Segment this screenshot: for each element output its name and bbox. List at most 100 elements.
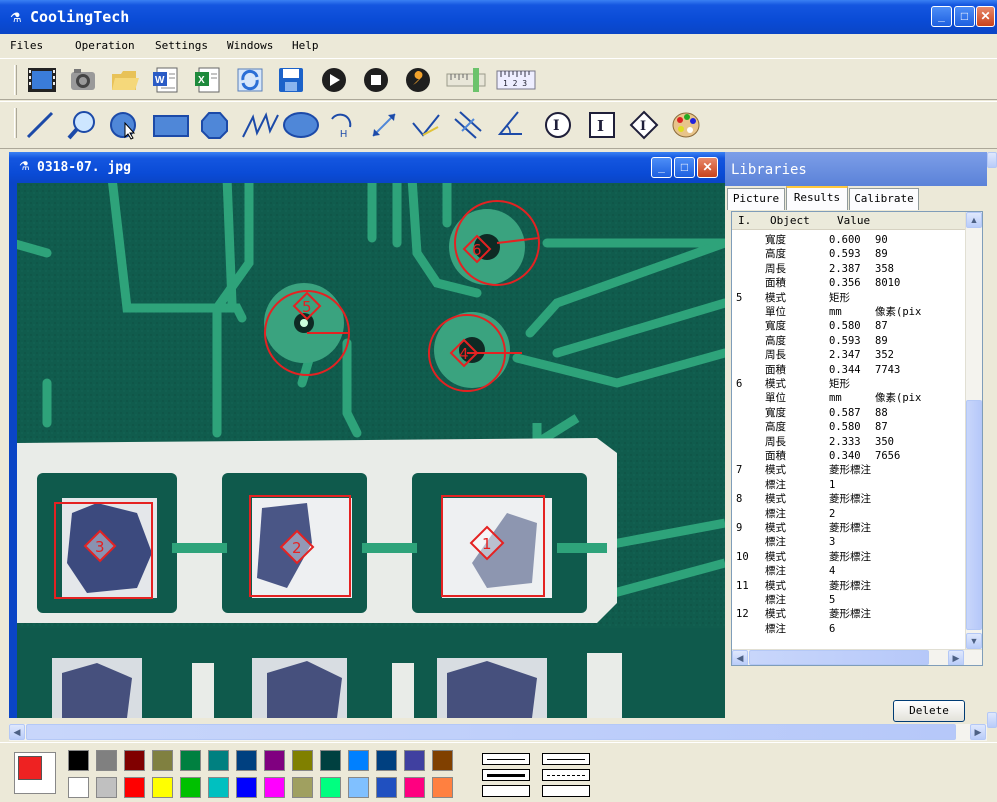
result-row[interactable]: 9 模式 菱形標注 — [732, 522, 968, 534]
result-row[interactable]: 高度 0.593 89 — [732, 335, 968, 347]
color-swatch[interactable] — [208, 777, 229, 798]
scroll-right-arrow[interactable]: ▶ — [948, 650, 964, 665]
result-row[interactable]: 面積 0.356 8010 — [732, 277, 968, 289]
result-row[interactable]: 12 模式 菱形標注 — [732, 608, 968, 620]
settings-wrench-icon[interactable] — [402, 64, 434, 96]
menu-operation[interactable]: Operation — [75, 39, 135, 52]
text-mark-icon[interactable]: I — [586, 109, 618, 141]
rectangle-tool-icon[interactable] — [150, 109, 192, 141]
main-vertical-scrollbar[interactable] — [987, 152, 997, 730]
color-swatch[interactable] — [152, 750, 173, 771]
col-object[interactable]: Object — [770, 214, 810, 227]
results-horizontal-scrollbar[interactable]: ◀ ▶ — [732, 649, 982, 665]
result-row[interactable]: 單位 mm 像素(pix — [732, 306, 968, 318]
polygon-tool-icon[interactable] — [198, 109, 230, 141]
current-color[interactable] — [14, 752, 56, 794]
color-swatch[interactable] — [68, 777, 89, 798]
color-swatch[interactable] — [124, 777, 145, 798]
line-tool-icon[interactable] — [24, 109, 56, 141]
excel-export-icon[interactable]: X — [192, 64, 224, 96]
color-swatch[interactable] — [404, 750, 425, 771]
results-list[interactable]: I. Object Value 寬度 0.600 90 高度 0.593 89 周長 2.38… — [731, 211, 983, 666]
delete-button[interactable]: Delete — [893, 700, 965, 722]
color-swatch[interactable] — [376, 777, 397, 798]
ellipse-tool-icon[interactable] — [282, 109, 320, 141]
pcb-image[interactable]: 3 2 1 5 4 6 — [17, 183, 725, 718]
color-swatch[interactable] — [348, 750, 369, 771]
diamond-mark-icon[interactable]: I — [628, 109, 660, 141]
color-swatch[interactable] — [96, 777, 117, 798]
color-swatch[interactable] — [376, 750, 397, 771]
main-scroll-down[interactable] — [987, 712, 997, 728]
color-swatch[interactable] — [264, 777, 285, 798]
color-swatch[interactable] — [180, 750, 201, 771]
parallel-tool-icon[interactable] — [452, 109, 484, 141]
col-index[interactable]: I. — [738, 214, 751, 227]
color-swatch[interactable] — [320, 777, 341, 798]
result-row[interactable]: 6 模式 矩形 — [732, 378, 968, 390]
result-row[interactable]: 標注 2 — [732, 508, 968, 520]
color-swatch[interactable] — [432, 750, 453, 771]
result-row[interactable]: 高度 0.580 87 — [732, 421, 968, 433]
result-row[interactable]: 周長 2.333 350 — [732, 436, 968, 448]
menu-files[interactable]: Files — [10, 39, 43, 52]
tab-picture[interactable]: Picture — [727, 188, 785, 210]
color-swatch[interactable] — [404, 777, 425, 798]
color-swatch[interactable] — [208, 750, 229, 771]
ruler-icon[interactable] — [444, 64, 488, 96]
angle-tool-icon[interactable] — [410, 109, 442, 141]
result-row[interactable]: 標注 5 — [732, 594, 968, 606]
image-horizontal-scrollbar[interactable]: ◀ ▶ — [9, 724, 987, 741]
word-export-icon[interactable]: W — [150, 64, 182, 96]
color-swatch[interactable] — [68, 750, 89, 771]
color-swatch[interactable] — [264, 750, 285, 771]
scroll-thumb[interactable] — [966, 400, 982, 630]
color-swatch[interactable] — [432, 777, 453, 798]
line-style-thick[interactable] — [482, 769, 530, 781]
video-capture-icon[interactable] — [26, 64, 58, 96]
minimize-button[interactable]: _ — [931, 6, 952, 27]
color-swatch[interactable] — [124, 750, 145, 771]
result-row[interactable]: 寬度 0.587 88 — [732, 407, 968, 419]
result-row[interactable]: 寬度 0.580 87 — [732, 320, 968, 332]
circle-select-icon[interactable] — [108, 109, 140, 141]
hscroll-thumb[interactable] — [749, 650, 929, 665]
line-style-box[interactable] — [482, 785, 530, 797]
color-swatch[interactable] — [236, 777, 257, 798]
circle-mark-icon[interactable]: I — [542, 109, 574, 141]
result-row[interactable]: 周長 2.387 358 — [732, 263, 968, 275]
image-maximize-button[interactable]: □ — [674, 157, 695, 178]
angle-measure-icon[interactable] — [494, 109, 526, 141]
scroll-left-arrow[interactable]: ◀ — [732, 650, 748, 665]
result-row[interactable]: 標注 3 — [732, 536, 968, 548]
image-close-button[interactable]: ✕ — [697, 157, 718, 178]
polyline-tool-icon[interactable] — [240, 109, 280, 141]
result-row[interactable]: 10 模式 菱形標注 — [732, 551, 968, 563]
tab-results[interactable]: Results — [786, 186, 848, 210]
save-icon[interactable] — [275, 64, 307, 96]
result-row[interactable]: 高度 0.593 89 — [732, 248, 968, 260]
result-row[interactable]: 8 模式 菱形標注 — [732, 493, 968, 505]
result-row[interactable]: 面積 0.344 7743 — [732, 364, 968, 376]
color-swatch[interactable] — [292, 777, 313, 798]
tab-calibrate[interactable]: Calibrate — [849, 188, 919, 210]
result-row[interactable]: 面積 0.340 7656 — [732, 450, 968, 462]
col-value[interactable]: Value — [837, 214, 870, 227]
toolbar-grip[interactable] — [14, 108, 17, 138]
color-swatch[interactable] — [236, 750, 257, 771]
color-swatch[interactable] — [292, 750, 313, 771]
color-swatch[interactable] — [152, 777, 173, 798]
line-style-dashed[interactable] — [542, 769, 590, 781]
color-palette-icon[interactable] — [670, 109, 702, 141]
color-swatch[interactable] — [348, 777, 369, 798]
open-folder-icon[interactable] — [109, 64, 141, 96]
scroll-up-arrow[interactable]: ▲ — [966, 212, 982, 228]
result-row[interactable]: 周長 2.347 352 — [732, 349, 968, 361]
result-row[interactable]: 標注 1 — [732, 479, 968, 491]
play-icon[interactable] — [318, 64, 350, 96]
result-row[interactable]: 標注 6 — [732, 623, 968, 635]
result-row[interactable]: 標注 4 — [732, 565, 968, 577]
maximize-button[interactable]: □ — [954, 6, 975, 27]
image-scroll-left[interactable]: ◀ — [9, 724, 25, 740]
arc-tool-icon[interactable]: H — [326, 109, 358, 141]
